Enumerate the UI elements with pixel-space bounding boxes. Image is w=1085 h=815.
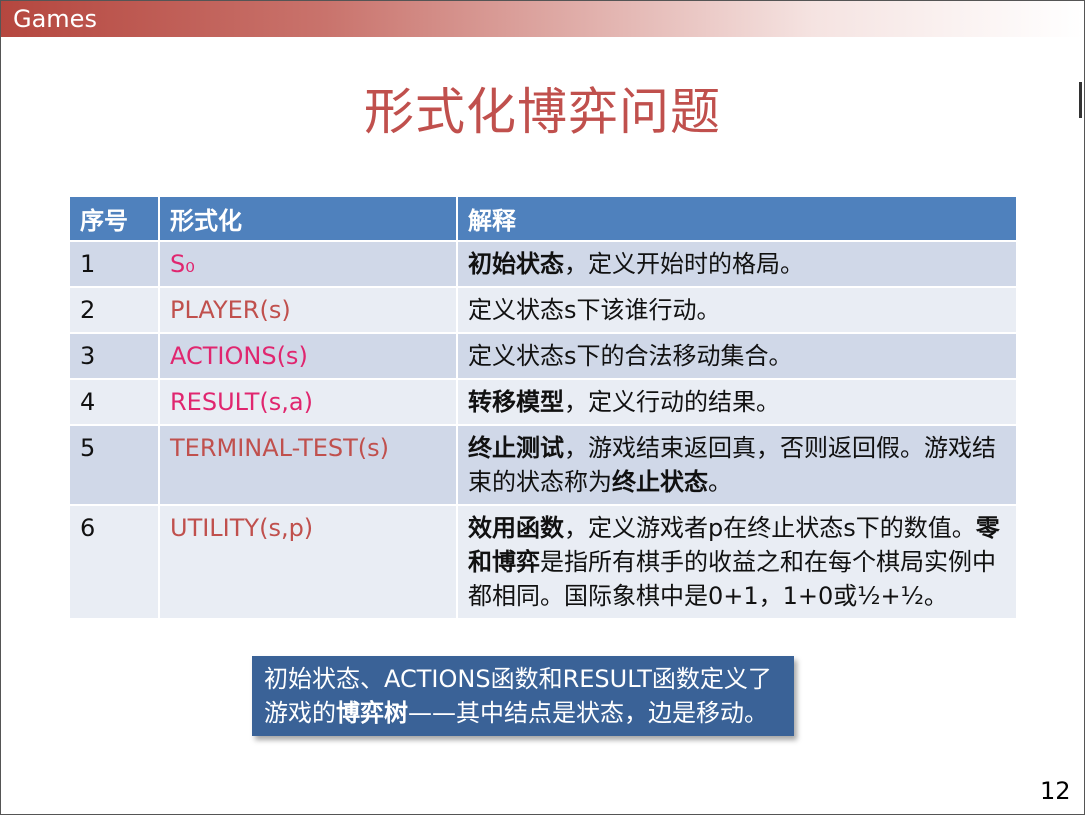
header-num: 序号 (68, 195, 160, 242)
row-num: 3 (68, 332, 160, 380)
expl-text: ，定义行动的结果。 (564, 388, 780, 416)
row-formal: TERMINAL-TEST(s) (158, 424, 458, 506)
row-num: 2 (68, 286, 160, 334)
row-num: 5 (68, 424, 160, 506)
header-explanation: 解释 (456, 195, 1018, 242)
term-bold: 终止测试 (468, 434, 564, 462)
row-num: 6 (68, 504, 160, 620)
row-formal: RESULT(s,a) (158, 378, 458, 426)
expl-text: ，定义游戏者p在终止状态s下的数值。 (564, 514, 976, 542)
formalization-table: 序号 形式化 解释 1 S₀ 初始状态，定义开始时的格局。 2 PLAYER(s… (68, 195, 1018, 620)
row-explanation: 终止测试，游戏结束返回真，否则返回假。游戏结束的状态称为终止状态。 (456, 424, 1018, 506)
term-bold: 转移模型 (468, 388, 564, 416)
table-row: 5 TERMINAL-TEST(s) 终止测试，游戏结束返回真，否则返回假。游戏… (68, 424, 1018, 506)
note-callout: 初始状态、ACTIONS函数和RESULT函数定义了游戏的博弈树——其中结点是状… (252, 656, 794, 736)
note-text-b: ——其中结点是状态，边是移动。 (408, 699, 768, 727)
note-bold: 博弈树 (336, 699, 408, 727)
row-explanation: 定义状态s下的合法移动集合。 (456, 332, 1018, 380)
row-explanation: 效用函数，定义游戏者p在终止状态s下的数值。零和博弈是指所有棋手的收益之和在每个… (456, 504, 1018, 620)
row-explanation: 转移模型，定义行动的结果。 (456, 378, 1018, 426)
term-bold-2: 终止状态 (612, 468, 708, 496)
table-header-row: 序号 形式化 解释 (68, 195, 1018, 242)
page-number: 12 (1040, 777, 1071, 805)
table-row: 3 ACTIONS(s) 定义状态s下的合法移动集合。 (68, 332, 1018, 380)
table-row: 6 UTILITY(s,p) 效用函数，定义游戏者p在终止状态s下的数值。零和博… (68, 504, 1018, 620)
table-row: 1 S₀ 初始状态，定义开始时的格局。 (68, 240, 1018, 288)
header-band: Games (1, 1, 1083, 37)
row-explanation: 定义状态s下该谁行动。 (456, 286, 1018, 334)
expl-text: ，定义开始时的格局。 (564, 250, 804, 278)
row-explanation: 初始状态，定义开始时的格局。 (456, 240, 1018, 288)
expl-text: 定义状态s下该谁行动。 (468, 296, 721, 324)
row-formal: S₀ (158, 240, 458, 288)
table-row: 4 RESULT(s,a) 转移模型，定义行动的结果。 (68, 378, 1018, 426)
slide-title: 形式化博弈问题 (364, 83, 721, 141)
row-formal: PLAYER(s) (158, 286, 458, 334)
expl-text-2: 。 (708, 468, 732, 496)
table-row: 2 PLAYER(s) 定义状态s下该谁行动。 (68, 286, 1018, 334)
header-label: Games (13, 5, 97, 33)
term-bold: 效用函数 (468, 514, 564, 542)
header-formal: 形式化 (158, 195, 458, 242)
row-formal: ACTIONS(s) (158, 332, 458, 380)
row-num: 1 (68, 240, 160, 288)
row-num: 4 (68, 378, 160, 426)
term-bold: 初始状态 (468, 250, 564, 278)
row-formal: UTILITY(s,p) (158, 504, 458, 620)
expl-text: 定义状态s下的合法移动集合。 (468, 342, 793, 370)
expl-text-2: 是指所有棋手的收益之和在每个棋局实例中都相同。国际象棋中是0+1，1+0或½+½… (468, 548, 996, 610)
